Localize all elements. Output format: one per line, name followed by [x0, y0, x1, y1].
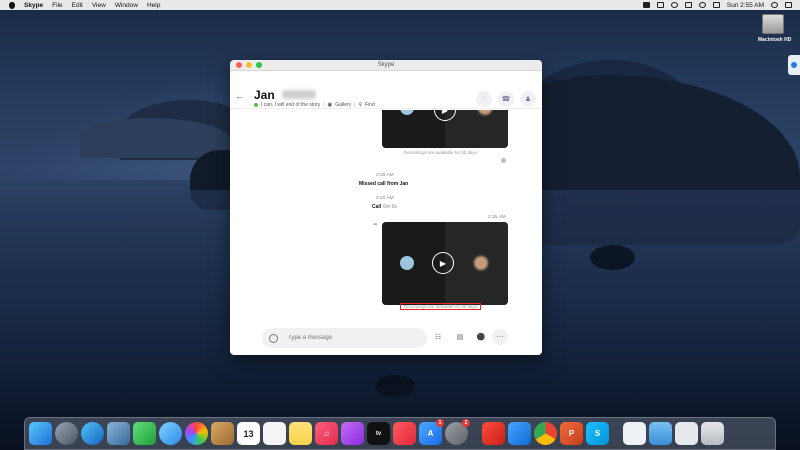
desktop-drive[interactable]: Macintosh HD [758, 14, 792, 43]
control-center-icon[interactable] [785, 2, 792, 8]
call-label: Call [372, 204, 382, 210]
contact-card-button[interactable]: ▤ [452, 329, 468, 345]
downloads-folder-icon[interactable] [649, 422, 672, 445]
play-icon[interactable]: ▶ [432, 252, 454, 274]
chat-header: ← Jan I can, I will end of the story | ▣… [230, 71, 542, 109]
reminders-icon[interactable] [263, 422, 286, 445]
chrome-icon[interactable] [534, 422, 557, 445]
menu-help[interactable]: Help [147, 2, 160, 9]
find-link[interactable]: Find [365, 102, 375, 108]
recording-availability-note-highlighted: Recordings are available for 30 days [399, 303, 482, 310]
drive-label: Macintosh HD [758, 37, 792, 43]
message-list[interactable]: ▶ Recordings are available for 30 days 2… [230, 110, 542, 320]
menu-view[interactable]: View [92, 2, 106, 9]
teamviewer-dock-icon[interactable] [508, 422, 531, 445]
back-arrow-icon[interactable]: ← [235, 91, 244, 101]
app-store-icon[interactable]: A1 [419, 419, 444, 445]
gallery-link[interactable]: Gallery [335, 102, 351, 108]
menu-bar: Skype File Edit View Window Help Sun 2:5… [0, 0, 800, 10]
share-file-button[interactable]: ☷ [430, 329, 446, 345]
preview-icon[interactable] [107, 422, 130, 445]
audio-call-button[interactable]: ☎ [498, 91, 514, 107]
hard-drive-icon [762, 14, 784, 34]
spotlight-icon[interactable] [771, 2, 778, 8]
app-store-badge: 1 [436, 419, 444, 427]
podcasts-icon[interactable] [341, 422, 364, 445]
skype-dock-icon[interactable]: S [586, 422, 609, 445]
anydesk-icon[interactable] [482, 422, 505, 445]
teamviewer-side-tab[interactable] [788, 55, 800, 75]
menu-clock[interactable]: Sun 2:55 AM [727, 2, 764, 9]
online-status-icon [254, 103, 258, 107]
emoji-icon[interactable] [269, 334, 278, 343]
notes-icon[interactable] [289, 422, 312, 445]
mood-message: I can, I will end of the story [261, 102, 321, 108]
message-time: 2:10 AM [376, 196, 394, 201]
safari-icon[interactable] [81, 422, 104, 445]
facetime-icon[interactable] [133, 422, 156, 445]
skype-status-icon[interactable] [642, 2, 650, 8]
find-icon: ⚲ [358, 102, 363, 108]
menu-window[interactable]: Window [115, 2, 138, 9]
window-title: Skype [377, 62, 395, 68]
volume-icon[interactable] [712, 2, 720, 8]
wifi-icon[interactable] [698, 2, 706, 8]
apple-menu-icon[interactable] [8, 1, 16, 9]
read-receipt-avatar [501, 158, 506, 163]
launchpad-icon[interactable] [55, 422, 78, 445]
dock: 13 ♫ tv A1 2 P S [24, 417, 776, 450]
blurred-surname [282, 90, 316, 99]
system-preferences-badge: 2 [462, 419, 470, 427]
menu-file[interactable]: File [52, 2, 62, 9]
message-input[interactable] [288, 331, 418, 345]
sync-icon[interactable] [670, 2, 678, 8]
menu-app-skype[interactable]: Skype [24, 2, 43, 9]
message-time: 2:15 AM [488, 215, 506, 220]
applications-folder-icon[interactable] [675, 422, 698, 445]
apple-tv-icon[interactable]: tv [367, 422, 390, 445]
chat-subline: I can, I will end of the story | ▣ Galle… [254, 102, 375, 108]
message-time: 2:09 AM [376, 173, 394, 178]
call-duration: 6m 6s [383, 204, 397, 210]
call-summary: Call 6m 6s [372, 204, 397, 210]
screen-icon[interactable] [656, 2, 664, 8]
calendar-icon[interactable]: 13 [237, 422, 260, 445]
more-options-button[interactable]: ⋯ [492, 329, 508, 345]
battery-icon[interactable] [684, 2, 692, 8]
caller-avatar [400, 256, 414, 270]
powerpoint-icon[interactable]: P [560, 422, 583, 445]
call-recording-video[interactable]: ▶ [382, 110, 508, 148]
window-titlebar[interactable]: Skype [230, 60, 542, 71]
forward-icon[interactable]: ⇥ [372, 221, 377, 228]
recording-availability-note: Recordings are available for 30 days [404, 150, 478, 155]
menu-edit[interactable]: Edit [72, 2, 83, 9]
messages-icon[interactable] [159, 422, 182, 445]
photos-icon[interactable] [185, 422, 208, 445]
contacts-icon[interactable] [211, 422, 234, 445]
gallery-icon: ▣ [327, 102, 333, 108]
call-recording-video[interactable]: ▶ [382, 222, 508, 305]
document-icon[interactable] [623, 422, 646, 445]
teamviewer-icon [791, 62, 797, 68]
missed-call-message: Missed call from Jan [359, 181, 409, 187]
microphone-button[interactable]: ⚫ [473, 329, 489, 345]
music-icon[interactable]: ♫ [315, 422, 338, 445]
contact-avatar [474, 256, 488, 270]
skype-window: Skype ← Jan I can, I will end of the sto… [230, 60, 542, 355]
video-call-button[interactable]: □ [476, 91, 492, 107]
trash-icon[interactable] [701, 422, 724, 445]
add-people-button[interactable]: ♟ [520, 91, 536, 107]
finder-icon[interactable] [29, 422, 52, 445]
contact-name[interactable]: Jan [254, 88, 275, 102]
news-icon[interactable] [393, 422, 416, 445]
message-composer: ☷ ▤ ⚫ ⋯ [230, 323, 542, 355]
system-preferences-icon[interactable]: 2 [445, 419, 470, 445]
